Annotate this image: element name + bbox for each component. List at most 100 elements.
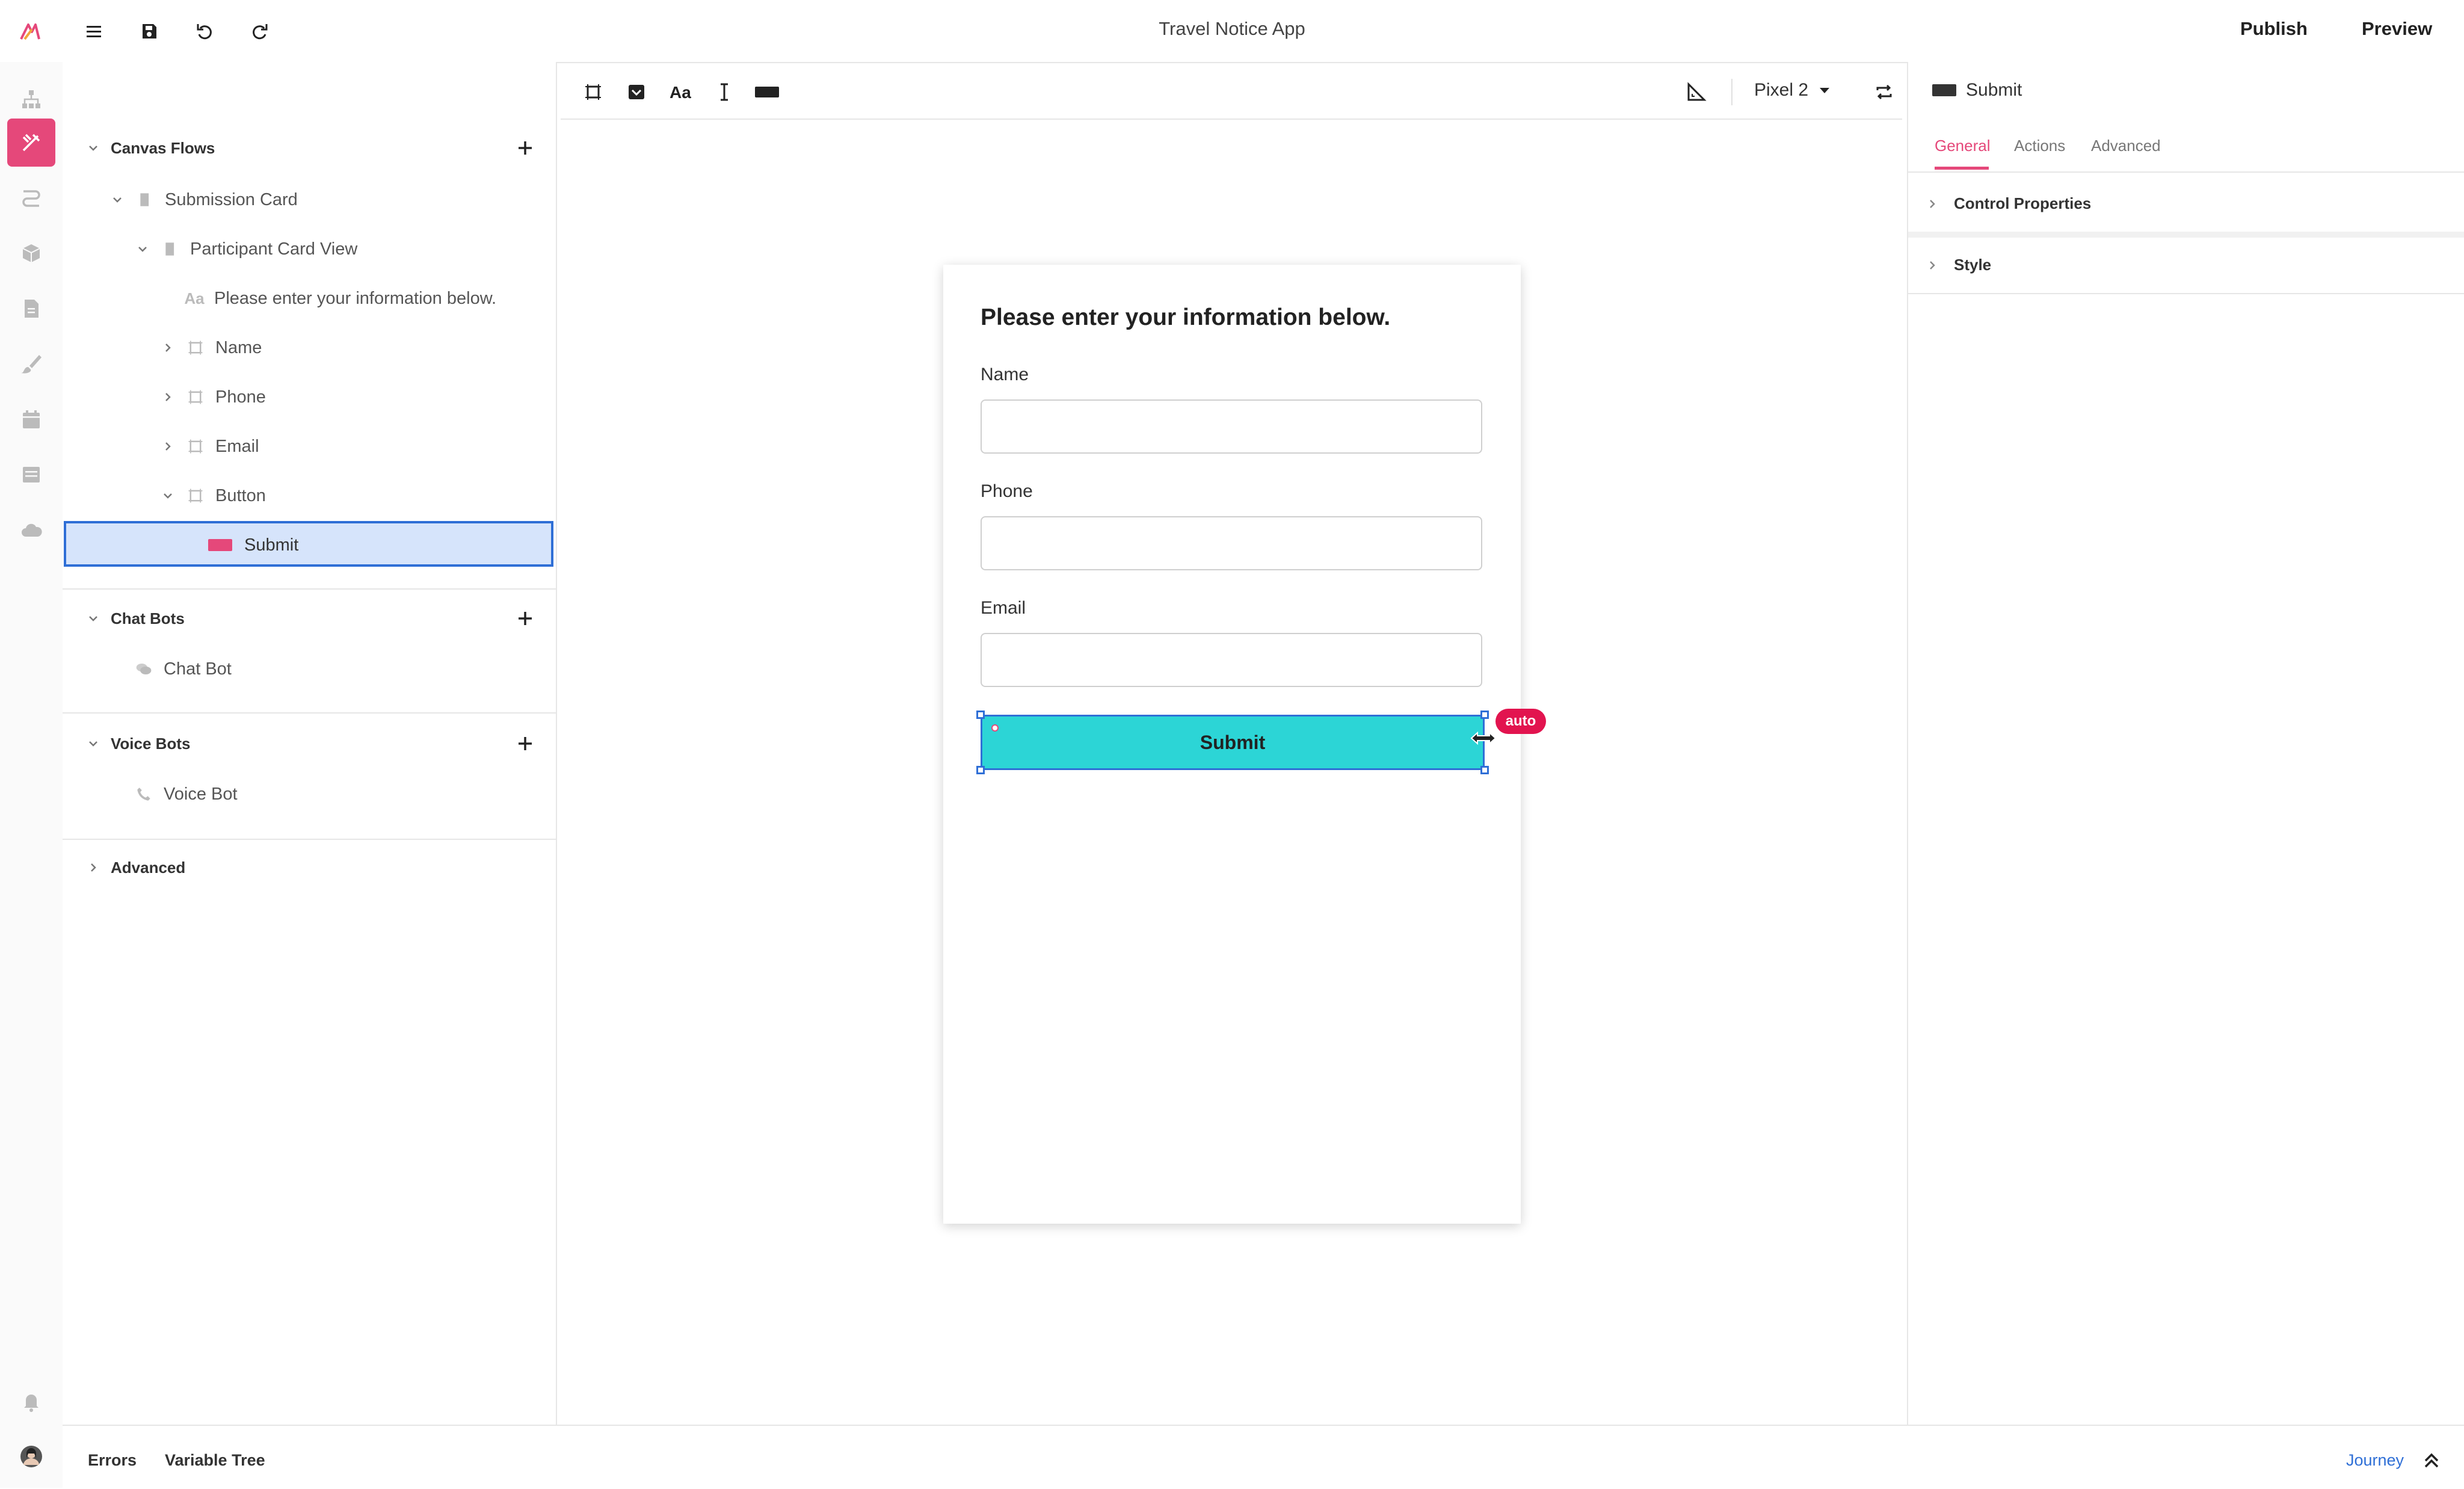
frame-icon — [185, 338, 206, 358]
box-icon[interactable] — [7, 229, 55, 277]
redo-icon[interactable] — [245, 17, 274, 46]
ruler-icon[interactable] — [1684, 80, 1708, 104]
section-canvas-flows[interactable]: Canvas Flows — [84, 124, 215, 172]
frame-icon — [185, 436, 206, 457]
tree-label: Voice Bot — [164, 784, 238, 804]
tree-item-heading-text[interactable]: Aa Please enter your information below. — [184, 274, 496, 322]
tree-label: Button — [215, 486, 266, 505]
device-select[interactable]: Pixel 2 — [1754, 80, 1831, 100]
variable-tree-tab[interactable]: Variable Tree — [165, 1451, 265, 1470]
chevron-down-icon — [84, 139, 102, 157]
tree-item-button[interactable]: Button — [159, 472, 266, 520]
section-control-properties[interactable]: Control Properties — [1926, 194, 2091, 213]
chevron-right-icon — [84, 859, 102, 877]
expand-up-icon[interactable] — [2421, 1450, 2442, 1472]
divider — [1908, 171, 2464, 173]
tab-advanced[interactable]: Advanced — [2091, 137, 2161, 155]
button-tool-icon[interactable] — [752, 80, 782, 104]
document-icon[interactable] — [7, 285, 55, 333]
flow-icon[interactable] — [7, 75, 55, 123]
tree-label: Participant Card View — [190, 239, 358, 259]
tree-item-participant-card-view[interactable]: Participant Card View — [134, 225, 357, 273]
section-label: Style — [1954, 256, 1992, 274]
undo-icon[interactable] — [190, 17, 219, 46]
resize-handle-top-right[interactable] — [1480, 711, 1489, 719]
section-style[interactable]: Style — [1926, 256, 1991, 274]
dropdown-tool-icon[interactable] — [624, 80, 648, 104]
tree-label: Name — [215, 338, 262, 357]
tree-label: Email — [215, 436, 259, 456]
section-title: Voice Bots — [111, 734, 191, 753]
tree-item-name[interactable]: Name — [159, 324, 262, 372]
save-icon[interactable] — [135, 17, 164, 46]
errors-tab[interactable]: Errors — [88, 1451, 137, 1470]
design-icon[interactable] — [7, 119, 55, 167]
cloud-icon[interactable] — [7, 506, 55, 554]
divider — [63, 712, 556, 714]
chevron-down-icon — [84, 735, 102, 753]
chevron-right-icon — [1930, 260, 1935, 270]
section-title: Advanced — [111, 858, 186, 877]
section-title: Chat Bots — [111, 609, 185, 627]
tab-actions[interactable]: Actions — [2014, 137, 2065, 155]
resize-handle-bottom-left[interactable] — [976, 766, 985, 774]
caret-down-icon — [1820, 88, 1830, 93]
add-voice-bot-icon[interactable] — [513, 732, 537, 756]
tree-item-email[interactable]: Email — [159, 422, 259, 470]
brush-icon[interactable] — [7, 340, 55, 388]
input-tool-icon[interactable] — [712, 80, 736, 104]
chevron-right-icon — [1930, 199, 1935, 208]
properties-title: Submit — [1966, 80, 2022, 100]
view-icon — [160, 239, 180, 259]
tree-item-phone[interactable]: Phone — [159, 373, 266, 421]
chat-icon — [134, 659, 154, 679]
email-input[interactable] — [981, 633, 1482, 687]
tree-item-submission-card[interactable]: Submission Card — [108, 176, 298, 224]
journey-link[interactable]: Journey — [2346, 1451, 2404, 1470]
tree-item-chat-bot[interactable]: Chat Bot — [134, 645, 232, 693]
user-avatar[interactable] — [7, 1432, 55, 1481]
phone-label: Phone — [981, 481, 1033, 501]
publish-button[interactable]: Publish — [2240, 18, 2308, 40]
name-label: Name — [981, 365, 1029, 384]
email-label: Email — [981, 598, 1026, 618]
selected-tree-row[interactable] — [64, 521, 553, 567]
chevron-right-icon — [159, 437, 177, 455]
routing-icon[interactable] — [7, 174, 55, 222]
submit-button[interactable]: Submit — [981, 715, 1485, 770]
table-icon[interactable] — [7, 451, 55, 499]
section-chat-bots[interactable]: Chat Bots — [84, 594, 185, 643]
chevron-down-icon — [108, 191, 126, 209]
calendar-icon[interactable] — [7, 395, 55, 443]
add-chat-bot-icon[interactable] — [513, 606, 537, 630]
resize-cursor-icon — [1470, 730, 1497, 746]
tree-item-voice-bot[interactable]: Voice Bot — [134, 770, 238, 818]
chevron-down-icon — [134, 240, 152, 258]
frame-tool-icon[interactable] — [581, 80, 605, 104]
chevron-right-icon — [159, 388, 177, 406]
properties-panel: Submit General Actions Advanced Control … — [1907, 62, 2464, 1425]
tree-item-submit[interactable]: Submit — [208, 521, 298, 569]
tree-label: Phone — [215, 387, 266, 407]
text-tool-icon[interactable]: Aa — [665, 80, 701, 104]
notification-bell-icon[interactable] — [7, 1378, 55, 1426]
phone-input[interactable] — [981, 516, 1482, 570]
app-logo[interactable] — [16, 17, 45, 46]
rotate-icon[interactable] — [1872, 80, 1896, 104]
divider — [63, 588, 556, 590]
section-voice-bots[interactable]: Voice Bots — [84, 720, 190, 768]
menu-icon[interactable] — [79, 17, 108, 46]
add-canvas-flow-icon[interactable] — [513, 136, 537, 160]
anchor-dot[interactable] — [991, 724, 999, 732]
frame-icon — [185, 486, 206, 506]
resize-handle-bottom-right[interactable] — [1480, 766, 1489, 774]
section-advanced[interactable]: Advanced — [84, 843, 185, 892]
tab-general[interactable]: General — [1935, 137, 1991, 155]
toolbar-divider — [1731, 79, 1732, 105]
card-icon — [135, 190, 155, 210]
preview-button[interactable]: Preview — [2362, 18, 2432, 40]
section-label: Control Properties — [1954, 194, 2092, 212]
name-input[interactable] — [981, 399, 1482, 454]
tree-label: Chat Bot — [164, 659, 232, 679]
resize-handle-top-left[interactable] — [976, 711, 985, 719]
